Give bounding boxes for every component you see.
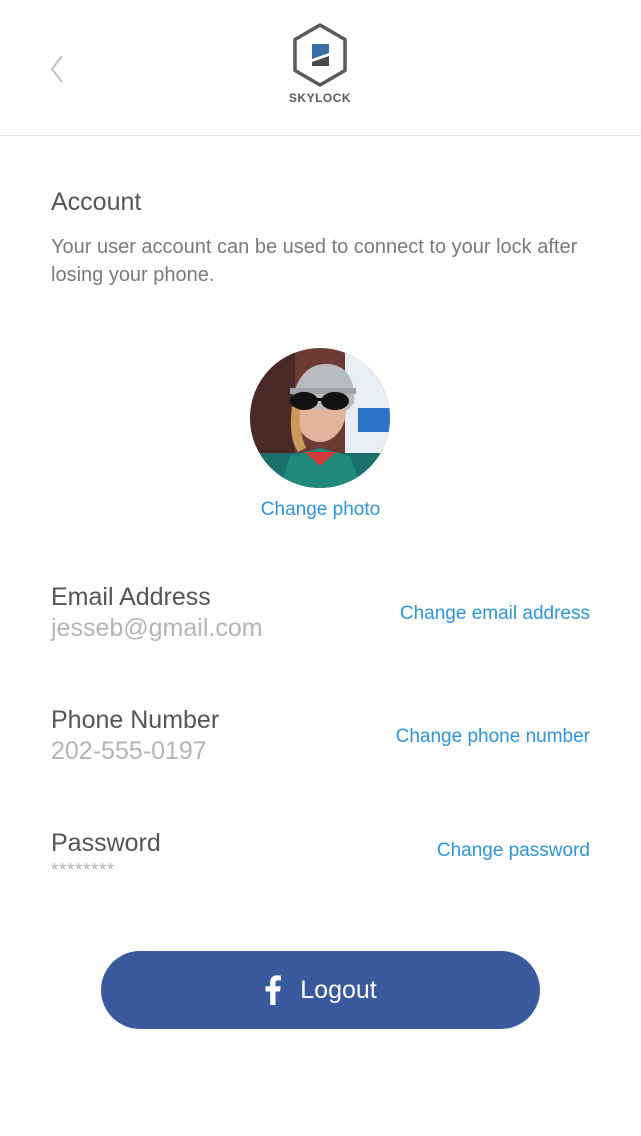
back-button[interactable]: [40, 48, 74, 90]
app-header: SKYLOCK: [0, 0, 641, 136]
logout-button[interactable]: Logout: [101, 951, 540, 1029]
password-label: Password: [51, 829, 161, 857]
change-phone-link[interactable]: Change phone number: [396, 726, 590, 748]
chevron-left-icon: [50, 55, 63, 83]
avatar[interactable]: [250, 348, 390, 488]
change-password-link[interactable]: Change password: [437, 840, 590, 862]
avatar-photo: [250, 348, 390, 488]
password-value: ********: [51, 860, 116, 880]
logout-label: Logout: [300, 975, 377, 1004]
facebook-icon: [264, 975, 282, 1005]
page-title: Account: [51, 188, 142, 216]
email-value: jesseb@gmail.com: [51, 614, 263, 642]
email-label: Email Address: [51, 583, 211, 611]
account-description: Your user account can be used to connect…: [51, 236, 578, 286]
skylock-hexagon-icon: [293, 23, 347, 87]
phone-value: 202-555-0197: [51, 737, 207, 765]
change-photo-link[interactable]: Change photo: [0, 499, 641, 521]
app-logo: SKYLOCK: [270, 22, 370, 105]
logo-text: SKYLOCK: [288, 91, 352, 105]
change-email-link[interactable]: Change email address: [400, 603, 590, 625]
phone-label: Phone Number: [51, 706, 220, 734]
